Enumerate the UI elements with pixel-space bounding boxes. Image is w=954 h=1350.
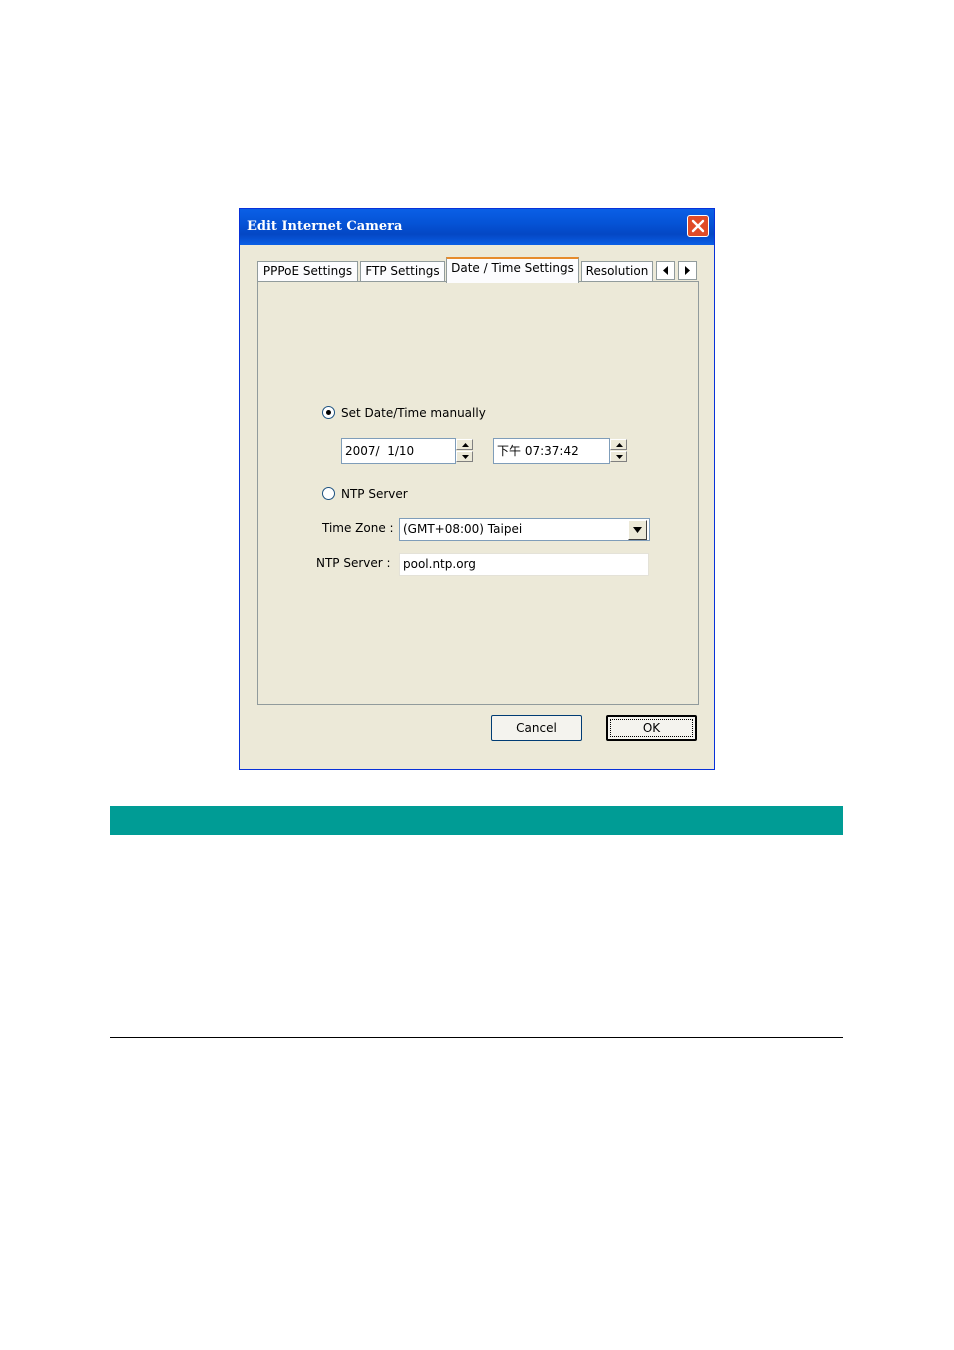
spin-down-icon	[462, 455, 469, 459]
time-zone-dropdown-button[interactable]	[628, 520, 647, 540]
time-zone-label: Time Zone :	[322, 521, 394, 535]
tab-pppoe-settings[interactable]: PPPoE Settings	[257, 261, 358, 281]
time-field[interactable]: 下午 07:37:42	[493, 438, 610, 464]
ok-button[interactable]: OK	[606, 715, 697, 741]
cancel-button[interactable]: Cancel	[491, 715, 582, 741]
arrow-left-icon	[663, 266, 668, 275]
arrow-right-icon	[685, 266, 690, 275]
tab-ftp-settings[interactable]: FTP Settings	[360, 261, 445, 281]
tab-resolution[interactable]: Resolution	[581, 261, 653, 281]
time-spin-down-button[interactable]	[610, 451, 627, 462]
edit-camera-dialog: Edit Internet Camera PPPoE Settings FTP …	[239, 208, 715, 770]
ntp-server-input[interactable]: pool.ntp.org	[399, 553, 649, 576]
tab-date-time-settings[interactable]: Date / Time Settings	[446, 257, 579, 283]
horizontal-rule	[110, 1037, 843, 1038]
radio-selected-dot	[326, 410, 331, 415]
date-spin-down-button[interactable]	[456, 451, 473, 462]
close-button[interactable]	[687, 215, 709, 237]
focus-rectangle	[610, 719, 693, 737]
time-zone-select[interactable]: (GMT+08:00) Taipei	[399, 518, 650, 541]
date-spinner[interactable]	[456, 439, 473, 463]
spin-up-icon	[462, 443, 469, 447]
tab-scroll-right-button[interactable]	[678, 261, 697, 280]
close-icon	[691, 219, 705, 233]
manual-radio[interactable]	[322, 406, 335, 419]
spin-up-icon	[616, 443, 623, 447]
ntp-radio-label[interactable]: NTP Server	[341, 487, 408, 501]
ntp-server-label: NTP Server :	[316, 556, 391, 570]
date-field[interactable]: 2007/ 1/10	[341, 438, 456, 464]
ntp-radio[interactable]	[322, 487, 335, 500]
time-spin-up-button[interactable]	[610, 439, 627, 450]
date-spin-up-button[interactable]	[456, 439, 473, 450]
title-bar[interactable]: Edit Internet Camera	[240, 209, 714, 245]
manual-radio-label[interactable]: Set Date/Time manually	[341, 406, 486, 420]
date-time-panel: Set Date/Time manually 2007/ 1/10 下午 07:…	[257, 281, 699, 705]
time-spinner[interactable]	[610, 439, 627, 463]
spin-down-icon	[616, 455, 623, 459]
chevron-down-icon	[633, 527, 642, 533]
dialog-title: Edit Internet Camera	[247, 219, 403, 234]
tab-scroll-left-button[interactable]	[656, 261, 675, 280]
section-header-bar	[110, 806, 843, 835]
